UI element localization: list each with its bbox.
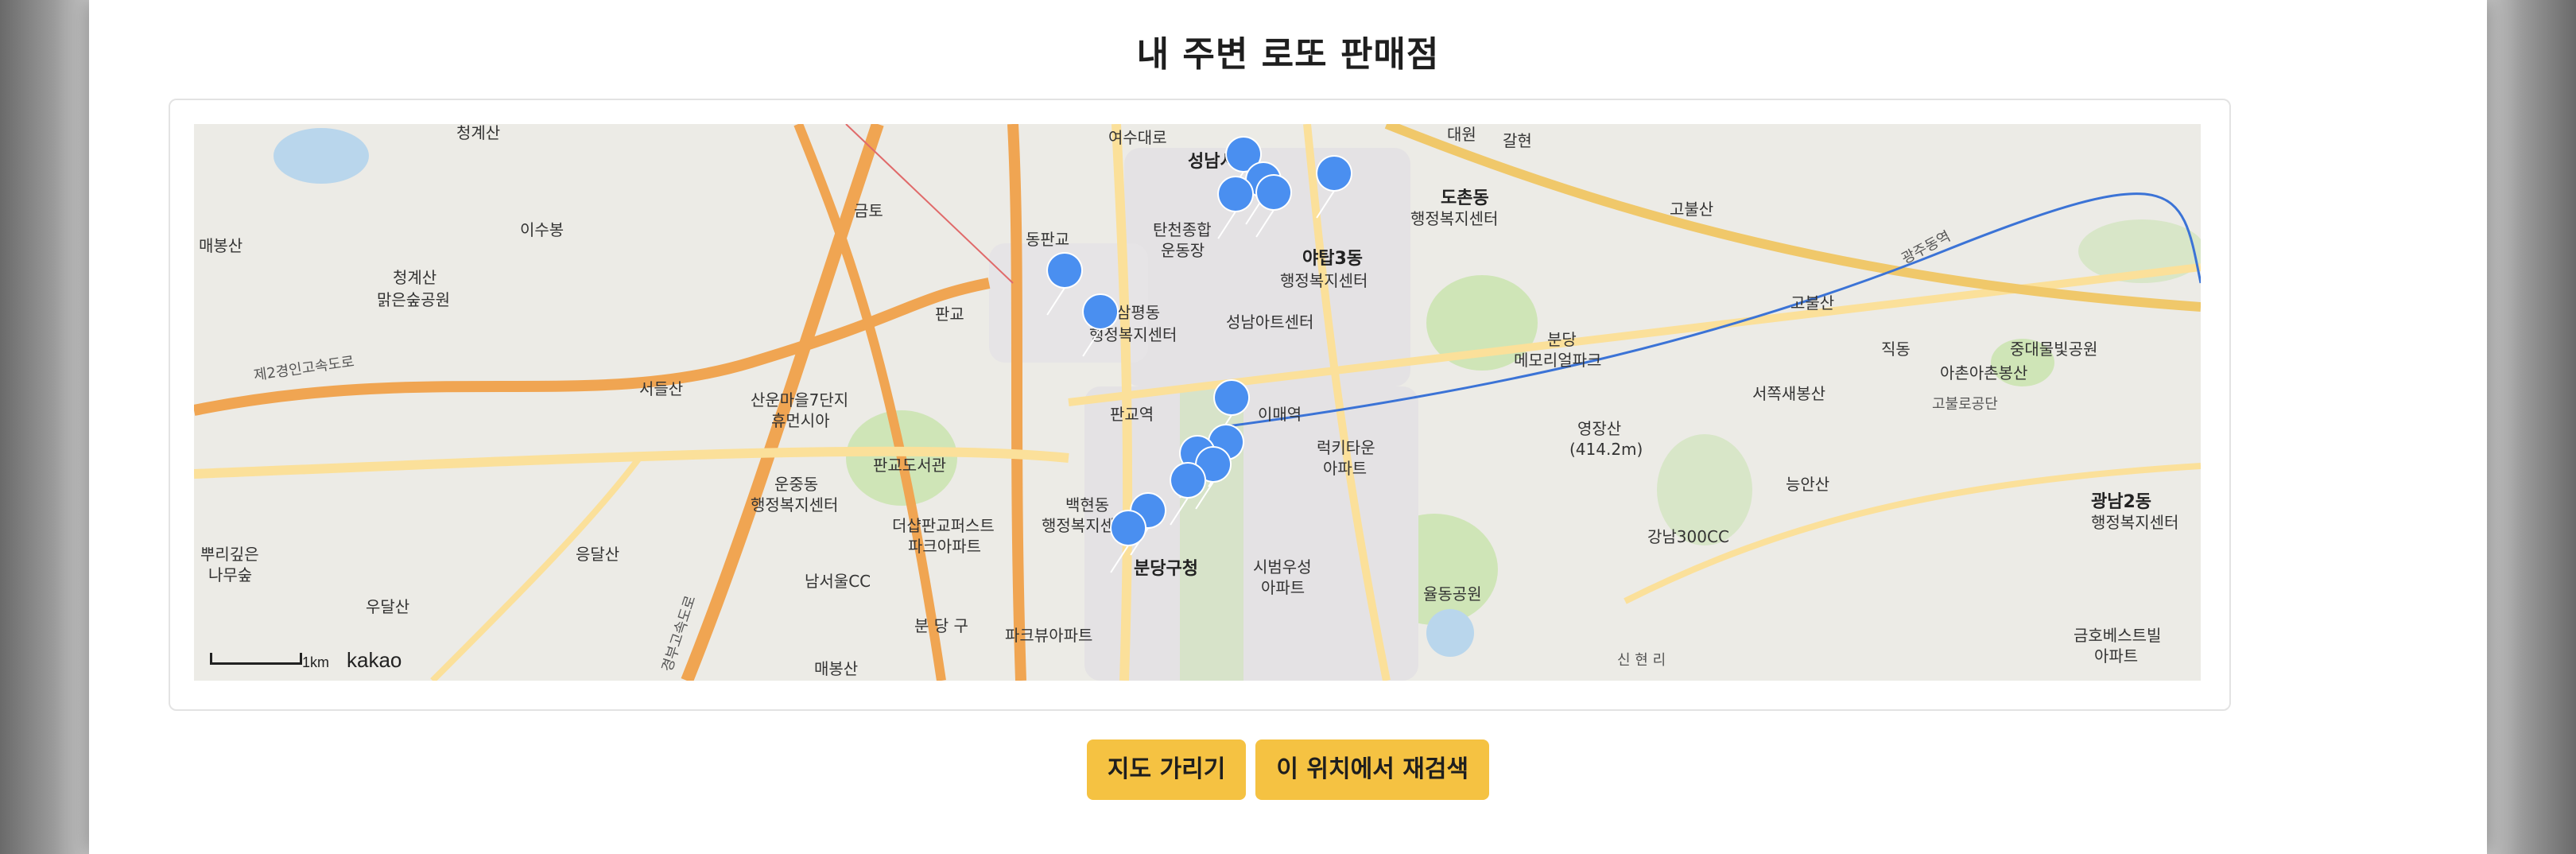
scale-bar	[210, 653, 302, 665]
svg-text:도촌동: 도촌동	[1441, 188, 1489, 208]
svg-text:파크뷰아파트: 파크뷰아파트	[1005, 626, 1092, 645]
svg-text:운동장: 운동장	[1161, 241, 1205, 260]
map-provider-logo: kakao	[347, 648, 402, 672]
svg-text:청계산: 청계산	[393, 268, 436, 287]
svg-text:중대물빛공원: 중대물빛공원	[2010, 340, 2097, 359]
svg-text:판교도서관: 판교도서관	[873, 456, 946, 475]
svg-text:운중동: 운중동	[774, 475, 818, 494]
svg-text:행정복지센터: 행정복지센터	[2091, 513, 2178, 532]
svg-text:메모리얼파크: 메모리얼파크	[1514, 351, 1601, 370]
svg-text:행정복지센터: 행정복지센터	[1410, 209, 1498, 228]
svg-text:여수대로: 여수대로	[1108, 128, 1167, 147]
svg-text:분당: 분당	[1547, 330, 1577, 349]
hide-map-button[interactable]: 지도 가리기	[1086, 739, 1247, 800]
svg-text:응달산: 응달산	[576, 545, 619, 564]
svg-text:동판교: 동판교	[1026, 230, 1069, 249]
svg-text:판교역: 판교역	[1110, 405, 1154, 424]
svg-text:우달산: 우달산	[366, 597, 409, 616]
svg-text:아촌아촌봉산: 아촌아촌봉산	[1940, 363, 2027, 382]
map-canvas: 청계산 여수대로 성남시청 대원 갈현 금토 이수봉 매봉산 청계산 맑은숲공원…	[194, 124, 2201, 681]
svg-text:탄천종합: 탄천종합	[1153, 220, 1212, 239]
svg-text:럭키타운: 럭키타운	[1317, 438, 1375, 457]
svg-text:더샵판교퍼스트: 더샵판교퍼스트	[892, 516, 995, 535]
svg-text:분당구청: 분당구청	[1134, 559, 1198, 579]
svg-text:강남300CC: 강남300CC	[1647, 527, 1729, 546]
svg-text:아파트: 아파트	[1323, 459, 1367, 478]
svg-text:영장산: 영장산	[1577, 419, 1621, 438]
svg-text:행정복지센터: 행정복지센터	[751, 495, 838, 514]
svg-text:야탑3동: 야탑3동	[1302, 249, 1363, 269]
svg-text:삼평동: 삼평동	[1116, 303, 1160, 322]
svg-text:행정복지센터: 행정복지센터	[1280, 271, 1368, 290]
svg-text:금호베스트빌: 금호베스트빌	[2074, 626, 2161, 645]
svg-text:뿌리깊은: 뿌리깊은	[200, 545, 259, 564]
svg-text:광남2동: 광남2동	[2091, 492, 2151, 512]
svg-text:고불산: 고불산	[1790, 293, 1834, 312]
svg-text:율동공원: 율동공원	[1423, 584, 1482, 604]
left-backdrop	[0, 0, 89, 854]
svg-text:휴먼시아: 휴먼시아	[771, 411, 830, 430]
svg-text:남서울CC: 남서울CC	[805, 572, 871, 591]
svg-text:서쪽새봉산: 서쪽새봉산	[1752, 384, 1825, 403]
svg-text:서들산: 서들산	[639, 379, 683, 398]
svg-text:갈현: 갈현	[1503, 131, 1532, 150]
svg-text:능안산: 능안산	[1786, 475, 1829, 494]
svg-text:(414.2m): (414.2m)	[1569, 440, 1643, 459]
page-title: 내 주변 로또 판매점	[1136, 34, 1440, 75]
svg-text:성남아트센터: 성남아트센터	[1226, 312, 1313, 332]
svg-text:매봉산: 매봉산	[814, 659, 858, 678]
svg-text:신 현 리: 신 현 리	[1617, 652, 1666, 669]
svg-text:판교: 판교	[935, 305, 964, 324]
svg-text:이매역: 이매역	[1258, 405, 1302, 424]
svg-text:금토: 금토	[854, 201, 883, 220]
svg-text:산운마을7단지: 산운마을7단지	[751, 390, 848, 410]
svg-text:시범우성: 시범우성	[1253, 557, 1312, 576]
svg-text:분 당 구: 분 당 구	[914, 616, 968, 635]
map-controls: 지도 가리기 이 위치에서 재검색	[0, 739, 2576, 800]
svg-text:아파트: 아파트	[2094, 646, 2138, 666]
svg-text:백현동: 백현동	[1065, 495, 1109, 514]
svg-text:이수봉: 이수봉	[520, 220, 564, 239]
svg-text:청계산: 청계산	[456, 124, 500, 142]
scale-label: 1km	[302, 654, 330, 670]
right-backdrop	[2487, 0, 2576, 854]
svg-text:나무숲: 나무숲	[208, 565, 252, 584]
svg-text:아파트: 아파트	[1261, 578, 1305, 597]
svg-text:맑은숲공원: 맑은숲공원	[377, 290, 450, 309]
svg-text:직동: 직동	[1881, 340, 1911, 359]
svg-text:고불로공단: 고불로공단	[1932, 396, 1998, 413]
svg-text:고불산: 고불산	[1670, 200, 1713, 219]
map-view[interactable]: 청계산 여수대로 성남시청 대원 갈현 금토 이수봉 매봉산 청계산 맑은숲공원…	[194, 124, 2201, 681]
research-location-button[interactable]: 이 위치에서 재검색	[1255, 739, 1490, 800]
svg-text:파크아파트: 파크아파트	[908, 537, 981, 556]
svg-text:대원: 대원	[1447, 125, 1476, 144]
svg-text:매봉산: 매봉산	[199, 236, 242, 255]
